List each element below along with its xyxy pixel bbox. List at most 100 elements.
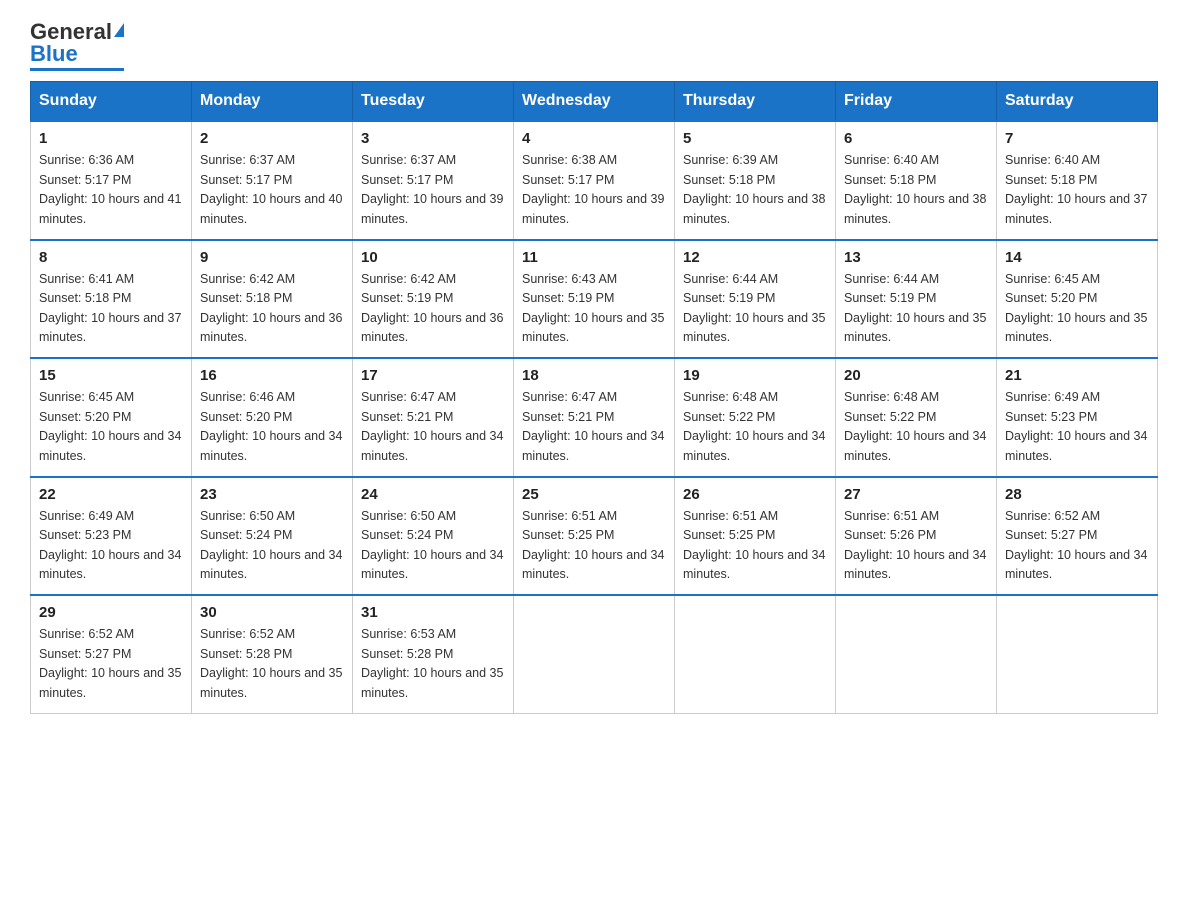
calendar-cell: 11 Sunrise: 6:43 AMSunset: 5:19 PMDayligh…	[514, 240, 675, 359]
logo-blue: Blue	[30, 42, 78, 66]
day-info: Sunrise: 6:44 AMSunset: 5:19 PMDaylight:…	[683, 270, 827, 348]
day-info: Sunrise: 6:40 AMSunset: 5:18 PMDaylight:…	[844, 151, 988, 229]
day-number: 28	[1005, 486, 1149, 503]
day-info: Sunrise: 6:51 AMSunset: 5:25 PMDaylight:…	[683, 507, 827, 585]
calendar-cell	[997, 595, 1158, 713]
day-info: Sunrise: 6:50 AMSunset: 5:24 PMDaylight:…	[200, 507, 344, 585]
calendar-week-row: 8 Sunrise: 6:41 AMSunset: 5:18 PMDaylight…	[31, 240, 1158, 359]
day-number: 10	[361, 249, 505, 266]
calendar-cell: 3 Sunrise: 6:37 AMSunset: 5:17 PMDaylight…	[353, 121, 514, 240]
day-number: 31	[361, 604, 505, 621]
weekday-header-monday: Monday	[192, 82, 353, 122]
day-info: Sunrise: 6:45 AMSunset: 5:20 PMDaylight:…	[1005, 270, 1149, 348]
calendar-cell: 25 Sunrise: 6:51 AMSunset: 5:25 PMDayligh…	[514, 477, 675, 596]
calendar-week-row: 1Sunrise: 6:36 AMSunset: 5:17 PMDaylight…	[31, 121, 1158, 240]
day-number: 3	[361, 130, 505, 147]
day-number: 6	[844, 130, 988, 147]
calendar-cell: 4 Sunrise: 6:38 AMSunset: 5:17 PMDaylight…	[514, 121, 675, 240]
calendar-cell	[514, 595, 675, 713]
day-number: 11	[522, 249, 666, 266]
day-number: 4	[522, 130, 666, 147]
calendar-cell: 16 Sunrise: 6:46 AMSunset: 5:20 PMDayligh…	[192, 358, 353, 477]
day-info: Sunrise: 6:51 AMSunset: 5:25 PMDaylight:…	[522, 507, 666, 585]
calendar-cell: 26 Sunrise: 6:51 AMSunset: 5:25 PMDayligh…	[675, 477, 836, 596]
calendar-cell: 27Sunrise: 6:51 AMSunset: 5:26 PMDayligh…	[836, 477, 997, 596]
day-info: Sunrise: 6:36 AMSunset: 5:17 PMDaylight:…	[39, 151, 183, 229]
day-info: Sunrise: 6:40 AMSunset: 5:18 PMDaylight:…	[1005, 151, 1149, 229]
calendar-cell: 13Sunrise: 6:44 AMSunset: 5:19 PMDayligh…	[836, 240, 997, 359]
day-number: 12	[683, 249, 827, 266]
calendar-cell	[675, 595, 836, 713]
calendar-cell: 8 Sunrise: 6:41 AMSunset: 5:18 PMDaylight…	[31, 240, 192, 359]
day-number: 9	[200, 249, 344, 266]
calendar-cell: 15 Sunrise: 6:45 AMSunset: 5:20 PMDayligh…	[31, 358, 192, 477]
calendar-cell: 23 Sunrise: 6:50 AMSunset: 5:24 PMDayligh…	[192, 477, 353, 596]
day-number: 21	[1005, 367, 1149, 384]
day-info: Sunrise: 6:47 AMSunset: 5:21 PMDaylight:…	[361, 388, 505, 466]
day-number: 26	[683, 486, 827, 503]
day-info: Sunrise: 6:50 AMSunset: 5:24 PMDaylight:…	[361, 507, 505, 585]
calendar-cell: 19Sunrise: 6:48 AMSunset: 5:22 PMDayligh…	[675, 358, 836, 477]
calendar-cell	[836, 595, 997, 713]
day-info: Sunrise: 6:43 AMSunset: 5:19 PMDaylight:…	[522, 270, 666, 348]
day-number: 7	[1005, 130, 1149, 147]
day-info: Sunrise: 6:41 AMSunset: 5:18 PMDaylight:…	[39, 270, 183, 348]
calendar-cell: 31 Sunrise: 6:53 AMSunset: 5:28 PMDayligh…	[353, 595, 514, 713]
day-info: Sunrise: 6:51 AMSunset: 5:26 PMDaylight:…	[844, 507, 988, 585]
day-info: Sunrise: 6:48 AMSunset: 5:22 PMDaylight:…	[683, 388, 827, 466]
day-info: Sunrise: 6:38 AMSunset: 5:17 PMDaylight:…	[522, 151, 666, 229]
calendar-week-row: 29 Sunrise: 6:52 AMSunset: 5:27 PMDayligh…	[31, 595, 1158, 713]
day-info: Sunrise: 6:37 AMSunset: 5:17 PMDaylight:…	[200, 151, 344, 229]
day-number: 25	[522, 486, 666, 503]
day-info: Sunrise: 6:37 AMSunset: 5:17 PMDaylight:…	[361, 151, 505, 229]
day-info: Sunrise: 6:42 AMSunset: 5:19 PMDaylight:…	[361, 270, 505, 348]
day-info: Sunrise: 6:46 AMSunset: 5:20 PMDaylight:…	[200, 388, 344, 466]
weekday-header-saturday: Saturday	[997, 82, 1158, 122]
day-number: 23	[200, 486, 344, 503]
calendar-cell: 5Sunrise: 6:39 AMSunset: 5:18 PMDaylight…	[675, 121, 836, 240]
day-number: 2	[200, 130, 344, 147]
weekday-header-sunday: Sunday	[31, 82, 192, 122]
day-number: 18	[522, 367, 666, 384]
day-number: 24	[361, 486, 505, 503]
calendar-cell: 14 Sunrise: 6:45 AMSunset: 5:20 PMDayligh…	[997, 240, 1158, 359]
page-header: General Blue	[30, 20, 1158, 71]
calendar-cell: 24 Sunrise: 6:50 AMSunset: 5:24 PMDayligh…	[353, 477, 514, 596]
calendar-cell: 6 Sunrise: 6:40 AMSunset: 5:18 PMDaylight…	[836, 121, 997, 240]
weekday-header-row: SundayMondayTuesdayWednesdayThursdayFrid…	[31, 82, 1158, 122]
calendar-cell: 7 Sunrise: 6:40 AMSunset: 5:18 PMDaylight…	[997, 121, 1158, 240]
weekday-header-thursday: Thursday	[675, 82, 836, 122]
calendar-cell: 21 Sunrise: 6:49 AMSunset: 5:23 PMDayligh…	[997, 358, 1158, 477]
day-number: 15	[39, 367, 183, 384]
calendar-table: SundayMondayTuesdayWednesdayThursdayFrid…	[30, 81, 1158, 714]
weekday-header-friday: Friday	[836, 82, 997, 122]
day-info: Sunrise: 6:52 AMSunset: 5:28 PMDaylight:…	[200, 625, 344, 703]
day-number: 8	[39, 249, 183, 266]
calendar-cell: 9 Sunrise: 6:42 AMSunset: 5:18 PMDaylight…	[192, 240, 353, 359]
day-number: 29	[39, 604, 183, 621]
day-number: 16	[200, 367, 344, 384]
day-info: Sunrise: 6:52 AMSunset: 5:27 PMDaylight:…	[39, 625, 183, 703]
calendar-week-row: 22Sunrise: 6:49 AMSunset: 5:23 PMDayligh…	[31, 477, 1158, 596]
day-number: 20	[844, 367, 988, 384]
calendar-cell: 12 Sunrise: 6:44 AMSunset: 5:19 PMDayligh…	[675, 240, 836, 359]
day-info: Sunrise: 6:44 AMSunset: 5:19 PMDaylight:…	[844, 270, 988, 348]
weekday-header-wednesday: Wednesday	[514, 82, 675, 122]
calendar-cell: 22Sunrise: 6:49 AMSunset: 5:23 PMDayligh…	[31, 477, 192, 596]
calendar-week-row: 15 Sunrise: 6:45 AMSunset: 5:20 PMDayligh…	[31, 358, 1158, 477]
logo: General Blue	[30, 20, 124, 71]
day-info: Sunrise: 6:53 AMSunset: 5:28 PMDaylight:…	[361, 625, 505, 703]
calendar-cell: 29 Sunrise: 6:52 AMSunset: 5:27 PMDayligh…	[31, 595, 192, 713]
calendar-cell: 10 Sunrise: 6:42 AMSunset: 5:19 PMDayligh…	[353, 240, 514, 359]
day-info: Sunrise: 6:45 AMSunset: 5:20 PMDaylight:…	[39, 388, 183, 466]
day-number: 30	[200, 604, 344, 621]
calendar-cell: 2 Sunrise: 6:37 AMSunset: 5:17 PMDaylight…	[192, 121, 353, 240]
day-number: 17	[361, 367, 505, 384]
day-info: Sunrise: 6:47 AMSunset: 5:21 PMDaylight:…	[522, 388, 666, 466]
day-info: Sunrise: 6:49 AMSunset: 5:23 PMDaylight:…	[1005, 388, 1149, 466]
calendar-cell: 18 Sunrise: 6:47 AMSunset: 5:21 PMDayligh…	[514, 358, 675, 477]
day-info: Sunrise: 6:39 AMSunset: 5:18 PMDaylight:…	[683, 151, 827, 229]
day-info: Sunrise: 6:42 AMSunset: 5:18 PMDaylight:…	[200, 270, 344, 348]
day-number: 14	[1005, 249, 1149, 266]
logo-underline	[30, 68, 124, 71]
